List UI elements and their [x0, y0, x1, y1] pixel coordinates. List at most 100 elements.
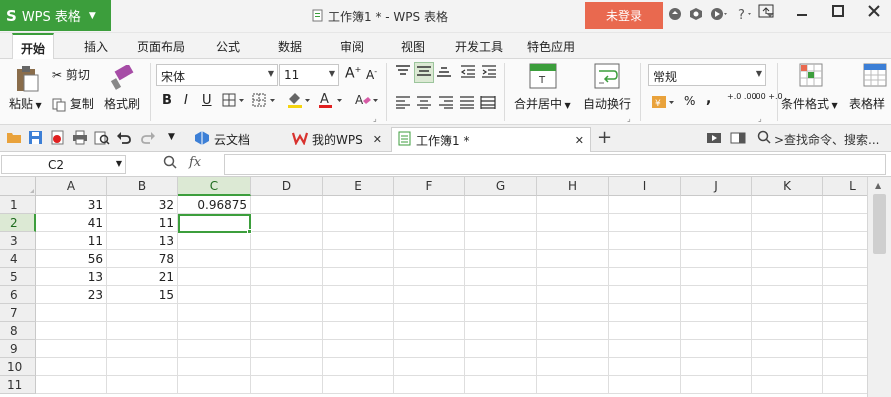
cell-i10[interactable] — [609, 358, 681, 376]
cell-c11[interactable] — [178, 376, 251, 394]
cell-g4[interactable] — [465, 250, 537, 268]
formula-input[interactable] — [224, 154, 886, 175]
percent-button[interactable]: % — [684, 94, 695, 108]
cell-j10[interactable] — [681, 358, 752, 376]
cell-e6[interactable] — [323, 286, 394, 304]
cell-f4[interactable] — [394, 250, 465, 268]
cell-e11[interactable] — [323, 376, 394, 394]
row-header-3[interactable]: 3 — [0, 232, 36, 250]
cell-g11[interactable] — [465, 376, 537, 394]
cell-e9[interactable] — [323, 340, 394, 358]
close-icon[interactable] — [863, 4, 885, 22]
cell-j11[interactable] — [681, 376, 752, 394]
cell-k8[interactable] — [752, 322, 823, 340]
cell-e10[interactable] — [323, 358, 394, 376]
cell-k1[interactable] — [752, 196, 823, 214]
cell-b6[interactable]: 15 — [107, 286, 178, 304]
paste-button[interactable]: 粘贴 ▼ — [9, 95, 42, 112]
cell-h7[interactable] — [537, 304, 609, 322]
column-header-d[interactable]: D — [251, 177, 323, 196]
tab-formulas[interactable]: 公式 — [216, 38, 240, 55]
cell-c5[interactable] — [178, 268, 251, 286]
cell-i4[interactable] — [609, 250, 681, 268]
cell-i3[interactable] — [609, 232, 681, 250]
print-preview-icon[interactable] — [94, 130, 110, 148]
cell-k3[interactable] — [752, 232, 823, 250]
cell-e3[interactable] — [323, 232, 394, 250]
tab-review[interactable]: 审阅 — [340, 38, 364, 55]
cell-d9[interactable] — [251, 340, 323, 358]
cell-b2[interactable]: 11 — [107, 214, 178, 232]
number-format-select[interactable]: 常规 ▼ — [648, 64, 766, 86]
cell-h1[interactable] — [537, 196, 609, 214]
cell-i11[interactable] — [609, 376, 681, 394]
wrap-text-icon[interactable] — [594, 63, 620, 92]
cell-h9[interactable] — [537, 340, 609, 358]
cell-h11[interactable] — [537, 376, 609, 394]
cell-e1[interactable] — [323, 196, 394, 214]
decrease-font-button[interactable]: A- — [366, 67, 377, 82]
print-icon[interactable] — [72, 130, 88, 148]
cell-e7[interactable] — [323, 304, 394, 322]
cell-h5[interactable] — [537, 268, 609, 286]
cell-k6[interactable] — [752, 286, 823, 304]
cell-d10[interactable] — [251, 358, 323, 376]
cell-a5[interactable]: 13 — [36, 268, 107, 286]
search-icon[interactable] — [757, 130, 771, 147]
cell-d8[interactable] — [251, 322, 323, 340]
column-header-a[interactable]: A — [36, 177, 107, 196]
cell-k11[interactable] — [752, 376, 823, 394]
cell-c7[interactable] — [178, 304, 251, 322]
sidebar-toggle-icon[interactable] — [730, 131, 746, 148]
tab-insert[interactable]: 插入 — [84, 38, 108, 55]
comma-button[interactable]: , — [706, 91, 711, 107]
clear-format-icon[interactable]: A — [354, 91, 380, 112]
cell-c4[interactable] — [178, 250, 251, 268]
tab-workbook1[interactable]: 工作簿1 * ✕ — [391, 127, 591, 152]
cell-c1[interactable]: 0.96875 — [178, 196, 251, 214]
cell-b10[interactable] — [107, 358, 178, 376]
command-search-input[interactable]: >查找命令、搜索... — [774, 131, 880, 148]
select-all-corner[interactable] — [0, 177, 36, 196]
undo-icon[interactable] — [116, 130, 132, 148]
name-box[interactable]: C2 ▼ — [1, 155, 126, 174]
cell-g5[interactable] — [465, 268, 537, 286]
cell-a4[interactable]: 56 — [36, 250, 107, 268]
row-header-9[interactable]: 9 — [0, 340, 36, 358]
cell-g3[interactable] — [465, 232, 537, 250]
row-header-8[interactable]: 8 — [0, 322, 36, 340]
font-name-select[interactable]: 宋体 ▼ — [156, 64, 278, 86]
cell-a9[interactable] — [36, 340, 107, 358]
row-header-1[interactable]: 1 — [0, 196, 36, 214]
cell-d11[interactable] — [251, 376, 323, 394]
tab-my-wps[interactable]: 我的WPS ✕ — [286, 127, 388, 152]
save-icon[interactable] — [28, 130, 43, 148]
column-header-k[interactable]: K — [752, 177, 823, 196]
cell-f11[interactable] — [394, 376, 465, 394]
cell-i7[interactable] — [609, 304, 681, 322]
column-header-j[interactable]: J — [681, 177, 752, 196]
column-header-h[interactable]: H — [537, 177, 609, 196]
row-header-5[interactable]: 5 — [0, 268, 36, 286]
tab-page-layout[interactable]: 页面布局 — [137, 38, 185, 55]
cell-f2[interactable] — [394, 214, 465, 232]
cell-i5[interactable] — [609, 268, 681, 286]
cell-e2[interactable] — [323, 214, 394, 232]
cell-d4[interactable] — [251, 250, 323, 268]
underline-button[interactable]: U — [202, 93, 212, 108]
cell-k7[interactable] — [752, 304, 823, 322]
font-size-select[interactable]: 11 ▼ — [279, 64, 339, 86]
cell-c10[interactable] — [178, 358, 251, 376]
open-folder-icon[interactable] — [6, 130, 22, 147]
tab-view[interactable]: 视图 — [401, 38, 425, 55]
minimize-icon[interactable] — [791, 4, 813, 22]
cell-j2[interactable] — [681, 214, 752, 232]
cell-i1[interactable] — [609, 196, 681, 214]
cell-g2[interactable] — [465, 214, 537, 232]
cell-j1[interactable] — [681, 196, 752, 214]
font-color-icon[interactable]: A — [318, 91, 346, 112]
justify-icon[interactable] — [459, 95, 475, 112]
cell-c3[interactable] — [178, 232, 251, 250]
cell-b4[interactable]: 78 — [107, 250, 178, 268]
cell-h3[interactable] — [537, 232, 609, 250]
